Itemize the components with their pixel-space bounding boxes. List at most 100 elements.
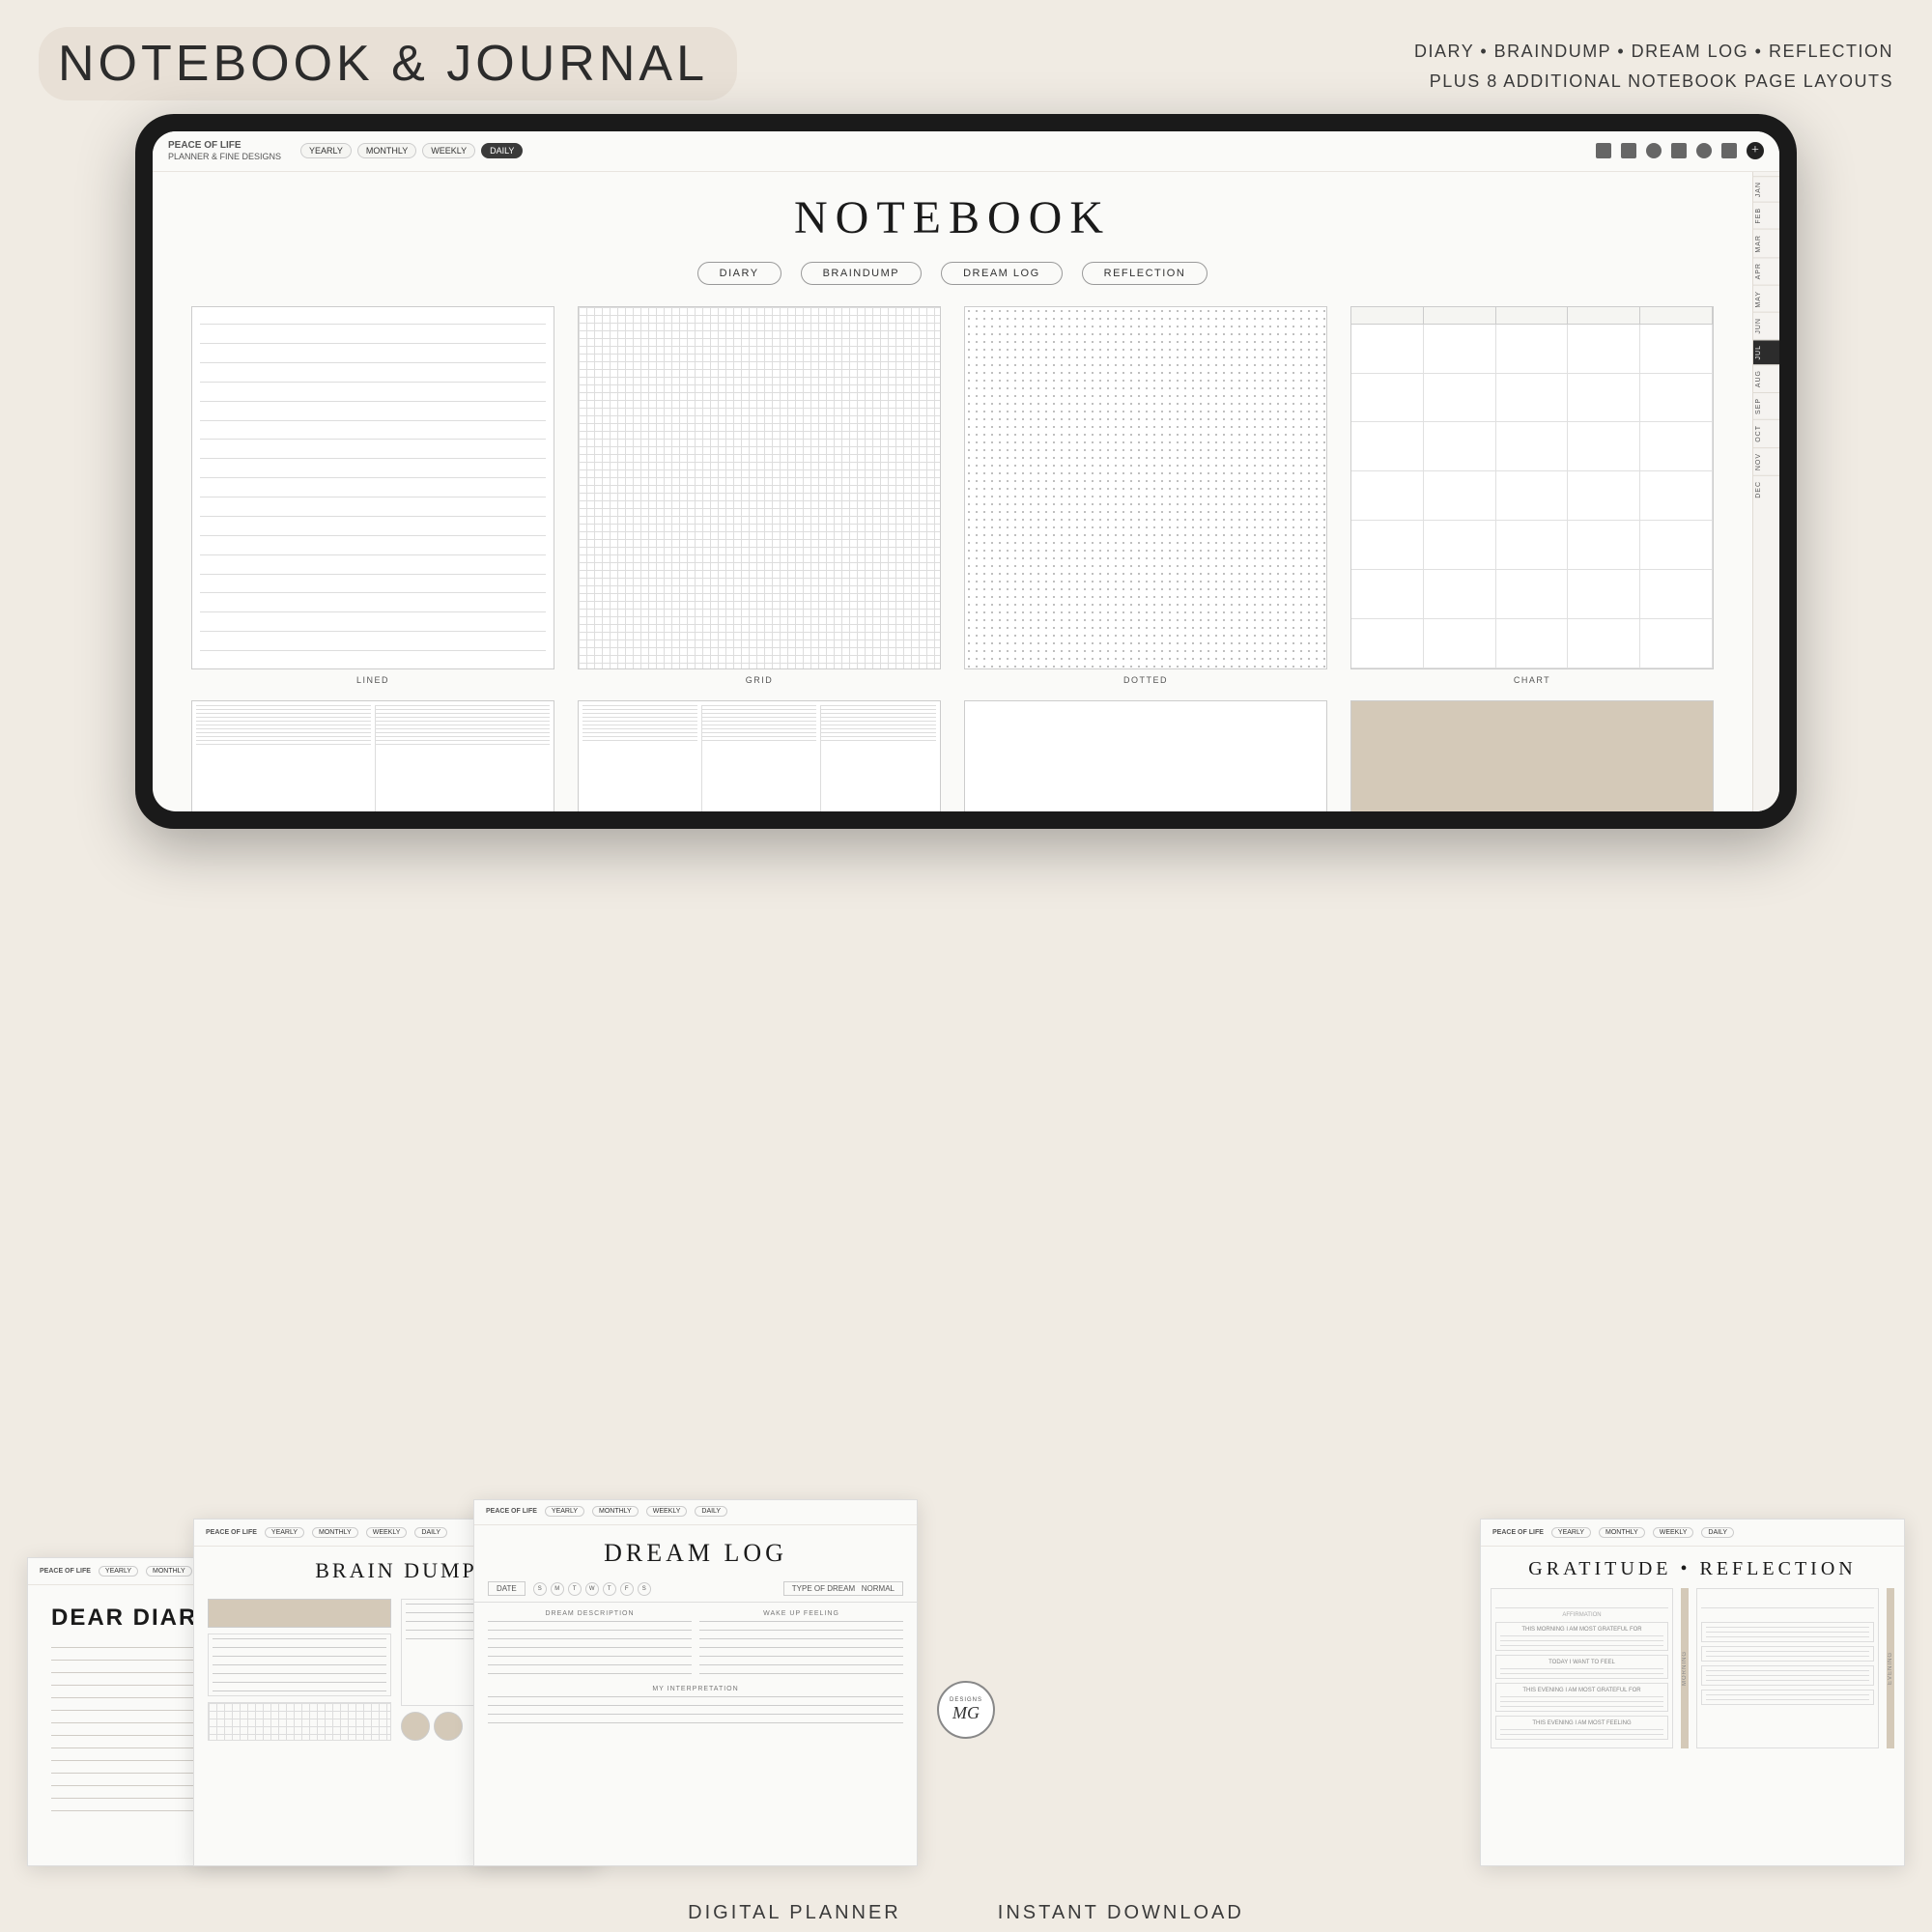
month-nov[interactable]: NOV	[1753, 447, 1779, 475]
user-icon[interactable]	[1646, 143, 1662, 158]
dreamlog-tab-weekly[interactable]: WEEKLY	[646, 1506, 688, 1517]
reflection-name-field	[1495, 1593, 1668, 1608]
section-btn-reflection[interactable]: REFLECTION	[1082, 262, 1208, 285]
month-mar[interactable]: MAR	[1753, 229, 1779, 258]
dreamlog-date-box: DATE	[488, 1581, 526, 1596]
chart-col-h4	[1568, 307, 1640, 324]
reflection-tab-yearly[interactable]: YEARLY	[1551, 1527, 1591, 1538]
subtitle-line1: DIARY • BRAINDUMP • DREAM LOG • REFLECTI…	[1414, 37, 1893, 67]
dreamlog-date-row: DATE S M T W T F S TYPE OF DREAM NORMAL	[474, 1577, 917, 1603]
logo-monogram: MG	[952, 1703, 980, 1723]
dreamlog-tab-yearly[interactable]: YEARLY	[545, 1506, 584, 1517]
grid-icon[interactable]	[1621, 143, 1636, 158]
lock-icon[interactable]	[1671, 143, 1687, 158]
page-item-list1: LIST 1	[191, 700, 554, 811]
dot-pattern	[965, 307, 1326, 668]
reflection-tab-monthly[interactable]: MONTHLY	[1599, 1527, 1645, 1538]
tablet-main: NOTEBOOK DIARY BRAINDUMP DREAM LOG REFLE…	[153, 172, 1752, 811]
nav-tab-monthly[interactable]: MONTHLY	[357, 143, 416, 158]
day-s1: S	[533, 1582, 547, 1596]
reflection-today: TODAY I WANT TO FEEL	[1495, 1655, 1668, 1679]
section-btn-dreamlog[interactable]: DREAM LOG	[941, 262, 1063, 285]
month-jul[interactable]: JUL	[1753, 339, 1779, 364]
dreamlog-title: DREAM LOG	[474, 1525, 917, 1577]
braindump-tab-monthly[interactable]: MONTHLY	[312, 1527, 358, 1538]
page-thumb-chart[interactable]	[1350, 306, 1714, 669]
month-jan[interactable]: JAN	[1753, 176, 1779, 202]
nav-tab-yearly[interactable]: YEARLY	[300, 143, 352, 158]
section-btn-diary[interactable]: DIARY	[697, 262, 781, 285]
reflection-evening-feeling: THIS EVENING I AM MOST FEELING	[1495, 1716, 1668, 1740]
reflection-evening-feeling-right	[1701, 1690, 1874, 1705]
reflection-brand: PEACE OF LIFE	[1492, 1529, 1544, 1536]
reflection-morning-label: THIS MORNING I AM MOST GRATEFUL FOR	[1500, 1627, 1663, 1633]
play-icon[interactable]	[1696, 143, 1712, 158]
month-sidebar: JAN FEB MAR APR MAY JUN JUL AUG SEP OCT …	[1752, 172, 1779, 811]
add-button[interactable]: +	[1747, 142, 1764, 159]
page-thumb-list2[interactable]	[578, 700, 941, 811]
dreamlog-brand: PEACE OF LIFE	[486, 1508, 537, 1515]
reflection-morning-right	[1701, 1622, 1874, 1642]
dreamlog-interp-label: MY INTERPRETATION	[488, 1686, 903, 1692]
braindump-tab-yearly[interactable]: YEARLY	[265, 1527, 304, 1538]
dreamlog-tab-monthly[interactable]: MONTHLY	[592, 1506, 639, 1517]
dreamlog-topbar: PEACE OF LIFE YEARLY MONTHLY WEEKLY DAIL…	[474, 1500, 917, 1525]
braindump-tab-daily[interactable]: DAILY	[414, 1527, 447, 1538]
reflection-evening-right	[1701, 1665, 1874, 1686]
page-label-grid: GRID	[746, 675, 774, 685]
braindump-tab-weekly[interactable]: WEEKLY	[366, 1527, 408, 1538]
dreamlog-nav: PEACE OF LIFE YEARLY MONTHLY WEEKLY DAIL…	[486, 1506, 905, 1517]
menu-icon[interactable]	[1721, 143, 1737, 158]
page-thumb-grid[interactable]	[578, 306, 941, 669]
dreamlog-tab-daily[interactable]: DAILY	[695, 1506, 727, 1517]
month-may[interactable]: MAY	[1753, 285, 1779, 313]
page-thumb-blank2[interactable]	[1350, 700, 1714, 811]
dreamlog-feeling-label: WAKE UP FEELING	[699, 1610, 903, 1617]
header: NOTEBOOK & JOURNAL DIARY • BRAINDUMP • D…	[0, 0, 1932, 128]
diary-tab-monthly[interactable]: MONTHLY	[146, 1566, 192, 1577]
chart-layout	[1351, 307, 1713, 668]
tablet-topbar: PEACE OF LIFE PLANNER & FINE DESIGNS YEA…	[153, 131, 1779, 172]
section-btn-braindump[interactable]: BRAINDUMP	[801, 262, 923, 285]
reflection-nav: PEACE OF LIFE YEARLY MONTHLY WEEKLY DAIL…	[1492, 1527, 1892, 1538]
reflection-tab-weekly[interactable]: WEEKLY	[1653, 1527, 1694, 1538]
diary-tab-yearly[interactable]: YEARLY	[99, 1566, 138, 1577]
month-aug[interactable]: AUG	[1753, 364, 1779, 392]
month-sep[interactable]: SEP	[1753, 392, 1779, 419]
month-dec[interactable]: DEC	[1753, 475, 1779, 503]
footer-area: DIGITAL PLANNER INSTANT DOWNLOAD	[0, 1902, 1932, 1924]
page-thumb-blank1[interactable]	[964, 700, 1327, 811]
page-label-dotted: DOTTED	[1123, 675, 1168, 685]
calendar-icon[interactable]	[1596, 143, 1611, 158]
page-item-lined: LINED	[191, 306, 554, 685]
reflection-today-label: TODAY I WANT TO FEEL	[1500, 1660, 1663, 1665]
page-layout-grid: LINED GRID	[182, 306, 1723, 811]
chart-col-h5	[1640, 307, 1713, 324]
reflection-tab-daily[interactable]: DAILY	[1701, 1527, 1734, 1538]
day-t1: T	[568, 1582, 582, 1596]
page-item-chart: CHART	[1350, 306, 1714, 685]
nav-tab-weekly[interactable]: WEEKLY	[422, 143, 475, 158]
nav-tab-daily[interactable]: DAILY	[481, 143, 523, 158]
month-apr[interactable]: APR	[1753, 257, 1779, 284]
month-jun[interactable]: JUN	[1753, 312, 1779, 339]
page-item-blank1: BLANK 1	[964, 700, 1327, 811]
tablet: PEACE OF LIFE PLANNER & FINE DESIGNS YEA…	[135, 114, 1797, 829]
day-w: W	[585, 1582, 599, 1596]
list2-layout	[579, 701, 940, 811]
reflection-topbar: PEACE OF LIFE YEARLY MONTHLY WEEKLY DAIL…	[1481, 1520, 1904, 1547]
section-buttons: DIARY BRAINDUMP DREAM LOG REFLECTION	[182, 262, 1723, 285]
month-feb[interactable]: FEB	[1753, 202, 1779, 229]
reflection-preview: PEACE OF LIFE YEARLY MONTHLY WEEKLY DAIL…	[1480, 1519, 1905, 1866]
chart-col-h3	[1496, 307, 1569, 324]
reflection-col-right	[1696, 1588, 1879, 1748]
logo-seal: DESIGNS MG	[937, 1681, 995, 1739]
page-thumb-lined[interactable]	[191, 306, 554, 669]
notebook-title: NOTEBOOK	[182, 191, 1723, 244]
day-m: M	[551, 1582, 564, 1596]
month-oct[interactable]: OCT	[1753, 419, 1779, 447]
day-s2: S	[638, 1582, 651, 1596]
page-thumb-dotted[interactable]	[964, 306, 1327, 669]
page-thumb-list1[interactable]	[191, 700, 554, 811]
page-item-blank2: BLANK 2	[1350, 700, 1714, 811]
